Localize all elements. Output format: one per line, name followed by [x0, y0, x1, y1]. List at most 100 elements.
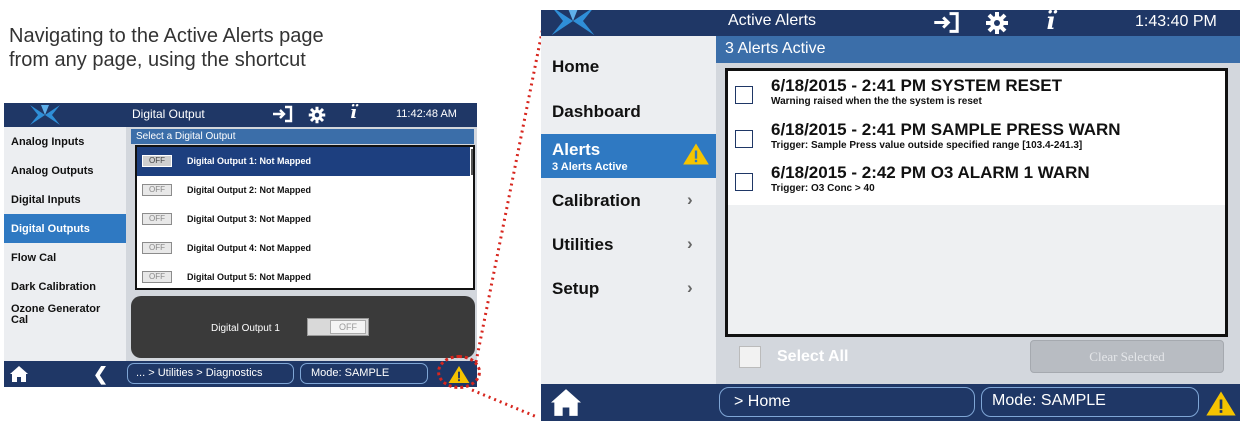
digital-output-screen: Digital Output ï 11:42:48 AM Analog Inpu… [4, 103, 477, 387]
chevron-right-icon: › [687, 278, 693, 297]
alert-row[interactable]: 6/18/2015 - 2:41 PM SAMPLE PRESS WARN Tr… [728, 117, 1225, 161]
warning-icon[interactable] [1205, 390, 1237, 417]
gear-icon[interactable] [985, 11, 1009, 35]
mode-indicator: Mode: SAMPLE [300, 363, 428, 384]
sidebar-item-home[interactable]: Home [541, 44, 716, 88]
sidebar-item-label: Ozone Generator Cal [11, 303, 101, 326]
footer-bar: > Home Mode: SAMPLE [541, 384, 1240, 421]
home-icon[interactable] [10, 366, 28, 382]
home-icon[interactable] [551, 389, 581, 416]
caption-line-2: from any page, using the shortcut [9, 49, 306, 71]
output-label: Digital Output 2: Not Mapped [187, 185, 311, 195]
info-icon[interactable]: ï [1046, 10, 1055, 35]
chevron-right-icon: › [687, 190, 693, 209]
clear-selected-button[interactable]: Clear Selected [1030, 340, 1224, 373]
sidebar-item-ozone-generator-cal[interactable]: Ozone Generator Cal [4, 301, 114, 330]
clock: 1:43:40 PM [1135, 13, 1217, 30]
sidebar-item-dashboard[interactable]: Dashboard [541, 89, 716, 133]
warning-icon [683, 143, 709, 165]
sidebar-item-label: Flow Cal [11, 252, 57, 264]
sidebar-item-utilities[interactable]: Utilities › [541, 222, 716, 266]
sidebar-item-analog-inputs[interactable]: Analog Inputs [4, 127, 126, 156]
info-icon[interactable]: ï [350, 103, 357, 123]
sidebar-item-dark-calibration[interactable]: Dark Calibration [4, 272, 126, 301]
output-label: Digital Output 4: Not Mapped [187, 243, 311, 253]
select-all-label[interactable]: Select All [777, 348, 848, 366]
output-toggle[interactable]: OFF [142, 155, 172, 167]
sidebar-item-flow-cal[interactable]: Flow Cal [4, 243, 126, 272]
breadcrumb[interactable]: > Home [719, 387, 975, 417]
footer-bar: ❮ ... > Utilities > Diagnostics Mode: SA… [4, 361, 477, 387]
list-item[interactable]: OFF Digital Output 5: Not Mapped [137, 263, 470, 288]
sidebar-item-digital-inputs[interactable]: Digital Inputs [4, 185, 126, 214]
sidebar-item-label: Digital Inputs [11, 194, 81, 206]
digital-output-list: OFF Digital Output 1: Not Mapped OFF Dig… [135, 145, 475, 290]
alert-description: Trigger: O3 Conc > 40 [771, 183, 875, 194]
sidebar-item-analog-outputs[interactable]: Analog Outputs [4, 156, 126, 185]
sidebar-item-label: Home [552, 57, 600, 76]
sidebar-item-calibration[interactable]: Calibration › [541, 178, 716, 222]
detail-toggle[interactable]: OFF [307, 318, 369, 336]
list-item[interactable]: OFF Digital Output 1: Not Mapped [137, 147, 470, 176]
alert-title: 6/18/2015 - 2:41 PM SAMPLE PRESS WARN [771, 120, 1121, 139]
list-item[interactable]: OFF Digital Output 4: Not Mapped [137, 234, 470, 263]
output-toggle[interactable]: OFF [142, 242, 172, 254]
sidebar-item-label: Dashboard [552, 102, 641, 121]
logo-icon [551, 10, 595, 36]
output-toggle[interactable]: OFF [142, 213, 172, 225]
page-title: Active Alerts [728, 12, 817, 29]
alerts-list-body: 6/18/2015 - 2:41 PM SYSTEM RESET Warning… [728, 71, 1225, 205]
back-icon[interactable]: ❮ [93, 365, 108, 383]
list-subheader: Select a Digital Output [131, 129, 474, 144]
warning-callout-circle [437, 355, 481, 389]
logo-icon [30, 105, 60, 125]
alert-checkbox[interactable] [735, 173, 753, 191]
sidebar-item-label: Digital Outputs [11, 223, 90, 235]
sidebar-item-digital-outputs[interactable]: Digital Outputs [4, 214, 126, 243]
alerts-subheader: 3 Alerts Active [716, 36, 1240, 63]
clock: 11:42:48 AM [396, 108, 457, 120]
alert-description: Trigger: Sample Press value outside spec… [771, 140, 1083, 151]
output-detail-panel: Digital Output 1 OFF [131, 296, 475, 358]
detail-label: Digital Output 1 [211, 323, 280, 334]
toggle-state: OFF [330, 320, 366, 334]
sidebar-item-label: Alerts [552, 140, 601, 159]
list-item[interactable]: OFF Digital Output 3: Not Mapped [137, 205, 470, 234]
sidebar-item-label: Calibration [552, 191, 641, 210]
sidebar-item-label: Utilities [552, 235, 614, 254]
output-toggle[interactable]: OFF [142, 184, 172, 196]
active-alerts-screen: Active Alerts ï 1:43:40 PM Home Dashboar… [541, 10, 1240, 421]
alerts-list: 6/18/2015 - 2:41 PM SYSTEM RESET Warning… [725, 68, 1228, 337]
header-bar: Digital Output ï 11:42:48 AM [4, 103, 477, 127]
sidebar-item-label: Analog Outputs [11, 165, 94, 177]
alert-row[interactable]: 6/18/2015 - 2:41 PM SYSTEM RESET Warning… [728, 73, 1225, 117]
output-toggle[interactable]: OFF [142, 271, 172, 283]
scrollbar[interactable] [471, 149, 473, 175]
output-label: Digital Output 3: Not Mapped [187, 214, 311, 224]
sidebar-item-label: Setup [552, 279, 600, 298]
sidebar-item-alerts[interactable]: Alerts 3 Alerts Active [541, 134, 716, 178]
alert-row[interactable]: 6/18/2015 - 2:42 PM O3 ALARM 1 WARN Trig… [728, 160, 1225, 204]
page-title: Digital Output [132, 107, 205, 121]
sidebar-item-label: Dark Calibration [11, 281, 96, 293]
alert-checkbox[interactable] [735, 130, 753, 148]
output-label: Digital Output 1: Not Mapped [187, 156, 311, 166]
alert-title: 6/18/2015 - 2:41 PM SYSTEM RESET [771, 76, 1063, 95]
enter-icon[interactable] [933, 11, 961, 34]
list-item[interactable]: OFF Digital Output 2: Not Mapped [137, 176, 470, 205]
breadcrumb[interactable]: ... > Utilities > Diagnostics [127, 363, 294, 384]
sidebar: Analog Inputs Analog Outputs Digital Inp… [4, 127, 126, 361]
mode-indicator: Mode: SAMPLE [981, 387, 1199, 417]
output-label: Digital Output 5: Not Mapped [187, 272, 311, 282]
caption-line-1: Navigating to the Active Alerts page [9, 25, 324, 47]
sidebar-item-label: Analog Inputs [11, 136, 85, 148]
gear-icon[interactable] [308, 106, 326, 124]
chevron-right-icon: › [687, 234, 693, 253]
alert-checkbox[interactable] [735, 86, 753, 104]
enter-icon[interactable] [272, 105, 294, 123]
header-bar: Active Alerts ï 1:43:40 PM [541, 10, 1240, 36]
select-all-checkbox[interactable] [739, 346, 761, 368]
alert-title: 6/18/2015 - 2:42 PM O3 ALARM 1 WARN [771, 163, 1090, 182]
alert-description: Warning raised when the the system is re… [771, 96, 982, 107]
sidebar-item-setup[interactable]: Setup › [541, 266, 716, 310]
